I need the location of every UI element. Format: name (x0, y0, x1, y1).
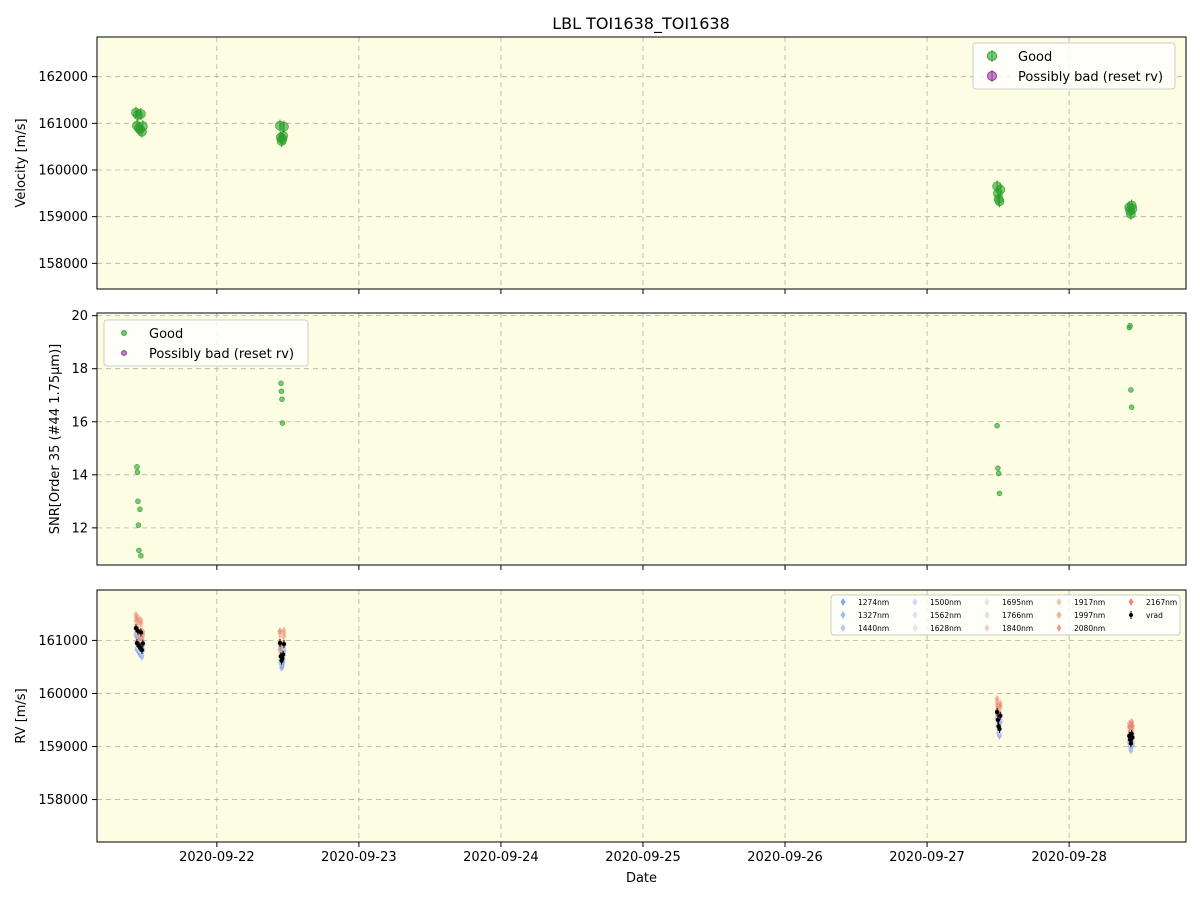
y-tick-label: 18 (71, 362, 88, 377)
vrad-point (280, 656, 285, 661)
y-tick-label: 161000 (38, 634, 88, 649)
data-point (135, 109, 146, 119)
x-tick-label: 2020-09-26 (747, 850, 823, 865)
vrad-point (994, 709, 1000, 715)
figure: LBL TOI1638_TOI1638 158000 159000 160000 16… (0, 0, 1200, 900)
legend-label: 1500nm (930, 598, 961, 607)
figure-title: LBL TOI1638_TOI1638 (552, 14, 730, 34)
legend-label: 1766nm (1002, 611, 1033, 620)
data-point (1128, 387, 1134, 393)
data-point (279, 121, 289, 132)
y-tick-label: 20 (71, 309, 88, 324)
vrad-point (138, 630, 144, 635)
legend-marker (121, 350, 127, 356)
legend-label: vrad (1146, 611, 1163, 620)
x-tick-label: 2020-09-28 (1031, 850, 1107, 865)
x-tick-label: 2020-09-24 (463, 850, 539, 865)
vrad-point (281, 641, 287, 647)
data-point (995, 465, 1001, 471)
y-tick-label: 161000 (38, 117, 88, 132)
data-point (137, 506, 143, 513)
vrad-point (277, 640, 283, 646)
y-tick-label: 160000 (38, 164, 88, 179)
data-point (996, 490, 1003, 497)
y-axis-label: Velocity [m/s] (14, 118, 29, 207)
vrad-point (139, 647, 145, 653)
y-tick-label: 158000 (38, 257, 88, 272)
legend-label: 1562nm (930, 611, 961, 620)
legend-label: 1840nm (1002, 624, 1033, 633)
legend-label: Possibly bad (reset rv) (1018, 70, 1163, 85)
legend-marker (121, 330, 127, 336)
data-point (136, 547, 142, 554)
x-axis-label: Date (626, 871, 657, 886)
legend-label: Good (1018, 50, 1052, 65)
vrad-point (1128, 741, 1134, 746)
legend-label: 1440nm (858, 624, 889, 633)
legend-label: 1695nm (1002, 598, 1033, 607)
y-tick-label: 159000 (38, 210, 88, 225)
y-tick-label: 160000 (38, 687, 88, 702)
y-tick-label: 16 (71, 415, 88, 430)
legend-bottom: 1274nm 1327nm 1440nm 1500nm 1562nm 1628nm 1695… (830, 594, 1181, 636)
data-point (1128, 404, 1135, 410)
legend-marker (987, 71, 997, 81)
vrad-point (998, 713, 1003, 718)
x-tick-label: 2020-09-27 (889, 850, 965, 865)
y-axis-label: RV [m/s] (14, 688, 29, 743)
data-point (134, 464, 140, 470)
data-point (994, 422, 1000, 429)
panel-middle: 12 14 16 18 20 SNR[Order 35 (#44 1.75μm)] Good… (48, 309, 1187, 570)
data-point (278, 388, 285, 395)
legend-label: 2167nm (1146, 598, 1177, 607)
data-point (995, 470, 1002, 477)
panels: 158000 159000 160000 161000 162000 Velocity [… (14, 36, 1187, 886)
legend-label: Good (149, 327, 183, 342)
legend-label: 1274nm (858, 598, 889, 607)
data-point (279, 420, 286, 426)
vrad-point (995, 717, 1001, 723)
data-point (1127, 203, 1138, 214)
legend-label: 2080nm (1074, 624, 1105, 633)
legend-marker (1129, 613, 1133, 617)
y-tick-label: 14 (71, 468, 88, 483)
x-tick-label: 2020-09-22 (179, 850, 255, 865)
vrad-point (997, 726, 1002, 732)
data-point (278, 380, 284, 387)
vrad-point (1129, 731, 1134, 736)
legend-label: Possibly bad (reset rv) (149, 347, 294, 362)
legend-marker (987, 51, 997, 61)
x-tick-label: 2020-09-23 (321, 850, 397, 865)
panel-top: 158000 159000 160000 161000 162000 Velocity [… (14, 36, 1187, 294)
legend-label: 1327nm (858, 611, 889, 620)
y-tick-label: 158000 (38, 793, 88, 808)
y-tick-label: 12 (71, 521, 88, 536)
vrad-point (1130, 735, 1135, 740)
data-point (134, 469, 141, 475)
vrad-point (280, 652, 286, 657)
legend-label: 1917nm (1074, 598, 1105, 607)
chart-svg: LBL TOI1638_TOI1638 158000 159000 160000 16… (0, 0, 1200, 900)
data-point (138, 552, 144, 559)
panel-bottom: 2020-09-22 2020-09-23 2020-09-24 2020-09-25… (14, 589, 1187, 886)
y-tick-label: 162000 (38, 70, 88, 85)
vrad-point (140, 641, 146, 646)
legend-label: 1997nm (1074, 611, 1105, 620)
y-axis-label: SNR[Order 35 (#44 1.75μm)] (48, 344, 63, 535)
legend-top: Good Possibly bad (reset rv) (972, 42, 1176, 90)
data-point (278, 131, 289, 141)
legend-middle: Good Possibly bad (reset rv) (103, 319, 309, 367)
legend-label: 1628nm (930, 624, 961, 633)
data-point (135, 498, 141, 505)
x-tick-label: 2020-09-25 (605, 850, 681, 865)
data-point (279, 396, 285, 403)
data-point (1127, 322, 1133, 329)
data-point (995, 184, 1006, 195)
y-tick-label: 159000 (38, 740, 88, 755)
data-point (137, 121, 148, 132)
data-point (135, 522, 142, 529)
data-point (994, 196, 1005, 207)
